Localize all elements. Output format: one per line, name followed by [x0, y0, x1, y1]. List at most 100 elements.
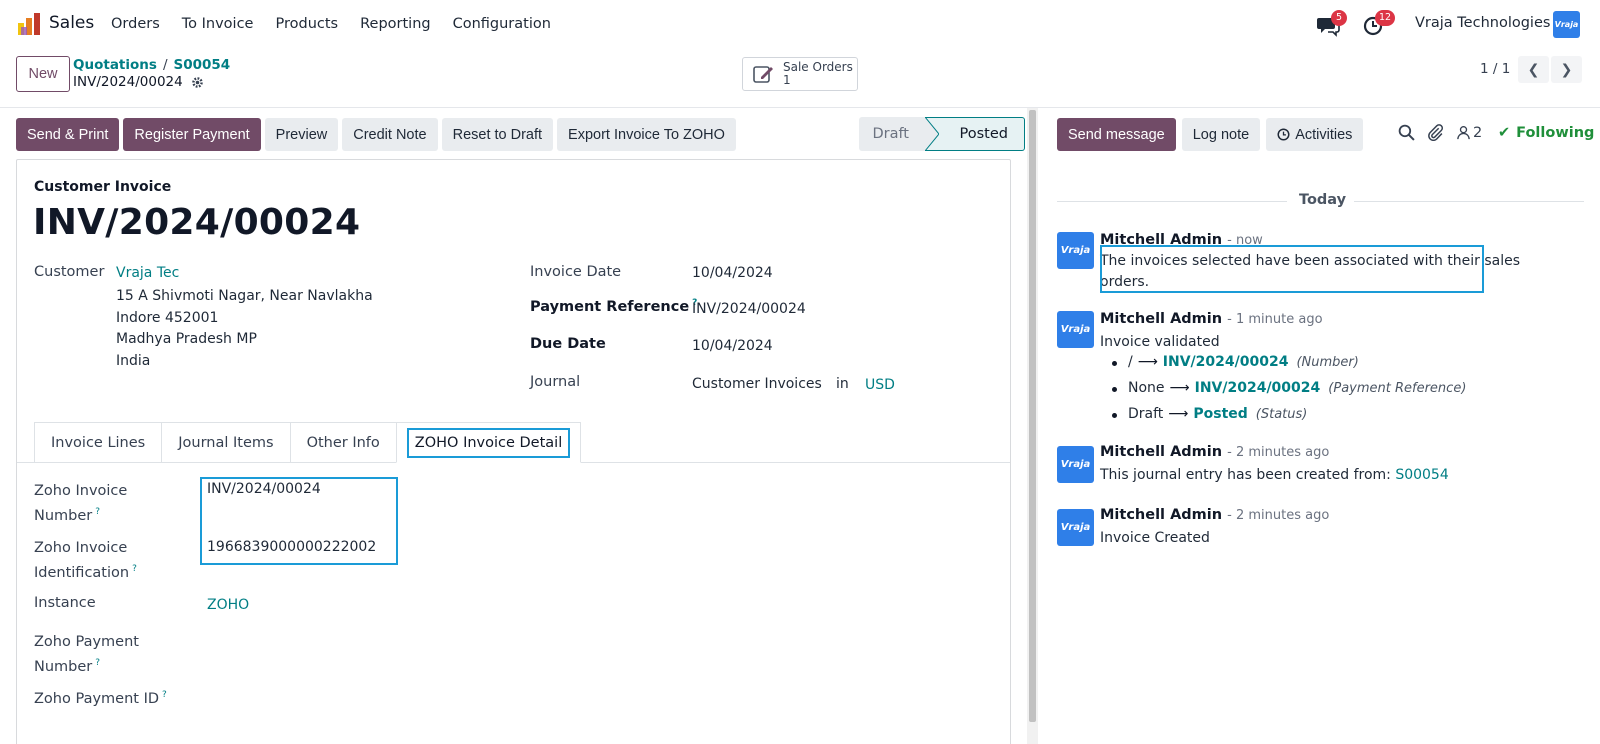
- author-avatar[interactable]: Vraja: [1057, 232, 1094, 269]
- invoice-name: INV/2024/00024: [33, 202, 361, 243]
- record-title: INV/2024/00024: [73, 74, 204, 90]
- journal-value[interactable]: Customer Invoices: [692, 376, 822, 392]
- status-draft[interactable]: Draft: [859, 117, 925, 151]
- edit-document-icon: [753, 66, 773, 83]
- company-switcher[interactable]: Vraja Technologies: [1415, 15, 1550, 31]
- address-line: 15 A Shivmoti Nagar, Near Navlakha: [116, 288, 373, 304]
- menu-products[interactable]: Products: [275, 16, 338, 32]
- search-icon[interactable]: [1398, 124, 1415, 141]
- separator-line: [1057, 201, 1287, 202]
- message-time: - 2 minutes ago: [1227, 445, 1330, 460]
- tab-journal-items[interactable]: Journal Items: [161, 422, 291, 463]
- new-button[interactable]: New: [16, 56, 70, 92]
- help-icon[interactable]: ?: [95, 507, 100, 517]
- instance-link[interactable]: ZOHO: [207, 597, 249, 613]
- pager-next-button[interactable]: ❯: [1551, 56, 1582, 83]
- breadcrumb-quotations[interactable]: Quotations: [73, 57, 157, 73]
- tracking-change: / ⟶ INV/2024/00024 (Number): [1112, 354, 1359, 370]
- author-avatar[interactable]: Vraja: [1057, 311, 1094, 348]
- following-button[interactable]: ✔ Following: [1498, 125, 1594, 141]
- message-author: Mitchell Admin - 2 minutes ago: [1100, 444, 1329, 460]
- credit-note-button[interactable]: Credit Note: [342, 118, 438, 151]
- menu-to-invoice[interactable]: To Invoice: [182, 16, 254, 32]
- send-message-button[interactable]: Send message: [1057, 118, 1176, 151]
- label-line: Zoho Invoice: [34, 540, 128, 556]
- followers-count: 2: [1473, 124, 1483, 141]
- bullet: [1112, 413, 1117, 418]
- export-to-zoho-button[interactable]: Export Invoice To ZOHO: [557, 118, 736, 151]
- message-time: - 2 minutes ago: [1227, 508, 1330, 523]
- tab-zoho-invoice-detail[interactable]: ZOHO Invoice Detail: [395, 422, 582, 463]
- status-arrow: [925, 117, 939, 151]
- author-avatar[interactable]: Vraja: [1057, 446, 1094, 483]
- bullet: [1112, 361, 1117, 366]
- register-payment-button[interactable]: Register Payment: [123, 118, 261, 151]
- field-name: (Status): [1255, 407, 1308, 422]
- help-icon[interactable]: ?: [95, 658, 100, 668]
- help-icon[interactable]: ?: [162, 690, 167, 700]
- invoice-date-label: Invoice Date: [530, 264, 622, 280]
- send-print-button[interactable]: Send & Print: [16, 118, 120, 151]
- breadcrumb-s00054[interactable]: S00054: [174, 57, 231, 73]
- tracking-change: None ⟶ INV/2024/00024 (Payment Reference): [1112, 380, 1466, 396]
- log-note-button[interactable]: Log note: [1181, 118, 1261, 151]
- paperclip-icon[interactable]: [1427, 124, 1444, 141]
- zoho-payment-id-label: Zoho Payment ID?: [34, 690, 167, 707]
- menu-configuration[interactable]: Configuration: [453, 16, 551, 32]
- separator-line: [1354, 201, 1584, 202]
- record-title-text: INV/2024/00024: [73, 74, 183, 90]
- message-author: Mitchell Admin - 1 minute ago: [1100, 311, 1323, 327]
- author-name[interactable]: Mitchell Admin: [1100, 507, 1222, 523]
- due-date-value[interactable]: 10/04/2024: [692, 338, 773, 354]
- author-name[interactable]: Mitchell Admin: [1100, 444, 1222, 460]
- label-line: Zoho Invoice: [34, 483, 128, 499]
- zoho-invoice-number-label: Zoho Invoice Number?: [34, 481, 127, 527]
- reset-to-draft-button[interactable]: Reset to Draft: [441, 118, 554, 151]
- chatter-topbar-icons: 2: [1398, 124, 1482, 141]
- menu-orders[interactable]: Orders: [111, 16, 160, 32]
- journal-in-text: in: [836, 376, 849, 392]
- highlight-box-message: [1100, 245, 1484, 293]
- field-name: (Number): [1296, 355, 1359, 370]
- customer-link[interactable]: Vraja Tec: [116, 265, 179, 281]
- payment-reference-value[interactable]: INV/2024/00024: [692, 301, 806, 317]
- customer-address: 15 A Shivmoti Nagar, Near Navlakha Indor…: [116, 286, 373, 372]
- message-body: Invoice Created: [1100, 530, 1210, 546]
- message-text: This journal entry has been created from…: [1100, 467, 1391, 483]
- customer-label: Customer: [34, 264, 105, 280]
- author-name[interactable]: Mitchell Admin: [1100, 311, 1222, 327]
- form-scrollbar-thumb[interactable]: [1029, 110, 1036, 722]
- notebook-tabs: Invoice Lines Journal Items Other Info Z…: [34, 422, 582, 463]
- followers-button[interactable]: 2: [1456, 125, 1482, 141]
- pager-previous-button[interactable]: ❮: [1518, 56, 1549, 83]
- status-bar: Draft Posted: [859, 117, 1025, 151]
- preview-button[interactable]: Preview: [264, 118, 339, 151]
- bullet: [1112, 387, 1117, 392]
- tab-invoice-lines[interactable]: Invoice Lines: [34, 422, 163, 463]
- following-label: Following: [1516, 125, 1595, 141]
- top-navbar: Sales Orders To Invoice Products Reporti…: [0, 0, 1600, 48]
- chevron-right-icon: ❯: [1560, 61, 1573, 78]
- address-line: Indore 452001: [116, 309, 219, 326]
- menu-reporting[interactable]: Reporting: [360, 16, 431, 32]
- activities-button[interactable]: Activities: [1266, 118, 1364, 151]
- source-link[interactable]: S00054: [1395, 467, 1448, 483]
- app-name[interactable]: Sales: [49, 13, 94, 33]
- new-value: Posted: [1193, 406, 1248, 422]
- gear-icon[interactable]: [191, 76, 204, 89]
- user-avatar[interactable]: Vraja: [1553, 11, 1580, 38]
- currency-link[interactable]: USD: [865, 377, 895, 393]
- messages-badge: 5: [1331, 10, 1347, 26]
- help-icon[interactable]: ?: [132, 564, 137, 574]
- zoho-payment-number-label: Zoho Payment Number?: [34, 632, 139, 678]
- invoice-date-value[interactable]: 10/04/2024: [692, 265, 773, 281]
- sales-app-icon[interactable]: [18, 13, 40, 35]
- sale-orders-smart-button[interactable]: Sale Orders 1: [742, 57, 858, 91]
- author-avatar[interactable]: Vraja: [1057, 509, 1094, 546]
- payment-reference-label-text: Payment Reference: [530, 298, 690, 315]
- message-body: Invoice validated: [1100, 334, 1220, 350]
- old-value: Draft: [1128, 406, 1164, 422]
- pager-value[interactable]: 1 / 1: [1480, 61, 1510, 77]
- tab-other-info[interactable]: Other Info: [289, 422, 397, 463]
- address-line: Madhya Pradesh MP: [116, 331, 257, 347]
